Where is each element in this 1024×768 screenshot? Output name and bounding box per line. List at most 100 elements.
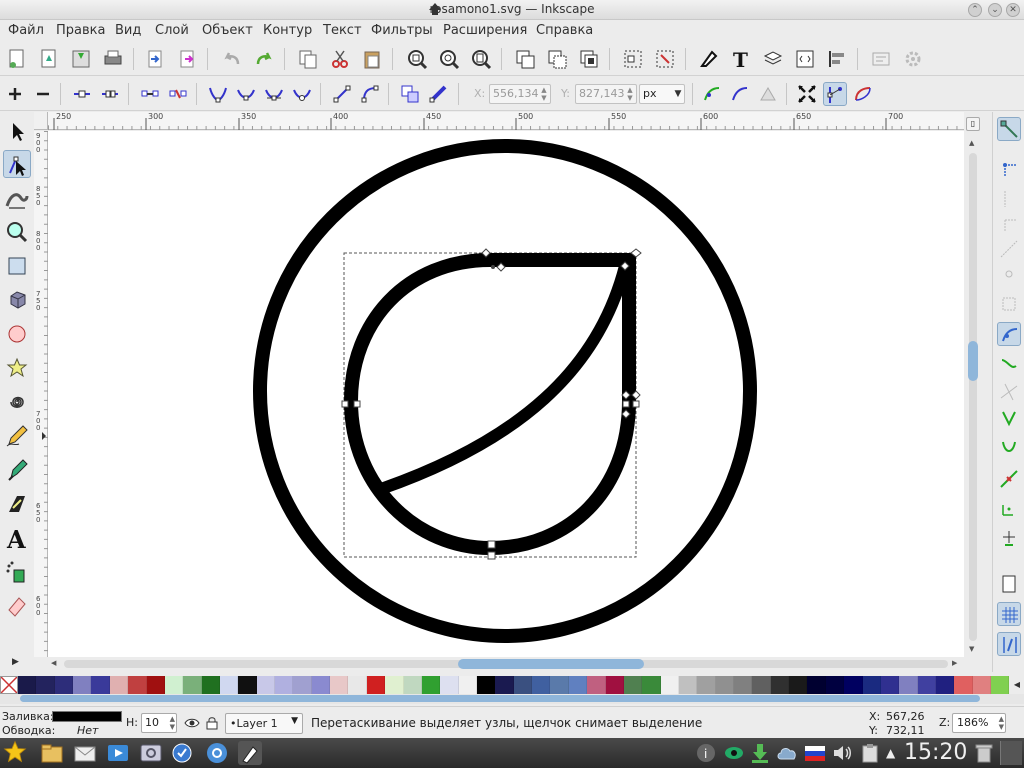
rectangle-tool-icon[interactable] [3,252,31,280]
color-swatch[interactable] [421,676,441,694]
menu-extensions[interactable]: Расширения [443,23,527,38]
color-swatch[interactable] [678,676,698,694]
scroll-down-icon[interactable]: ▼ [969,645,974,653]
save-icon[interactable] [69,47,93,71]
toolbox-expand-icon[interactable]: ▶ [12,657,19,667]
file-manager-icon[interactable] [40,741,64,765]
color-swatch[interactable] [550,676,569,694]
color-swatch[interactable] [366,676,386,694]
zoom-tool-icon[interactable] [3,218,31,246]
segment-curve-icon[interactable] [358,82,382,106]
menu-file[interactable]: Файл [8,23,44,38]
color-swatch[interactable] [73,676,92,694]
outer-circle[interactable] [253,139,757,643]
xml-editor-icon[interactable] [793,47,817,71]
color-swatch[interactable] [697,676,716,694]
node-tool-icon[interactable] [3,150,31,178]
ungroup-icon[interactable] [653,47,677,71]
document-properties-icon[interactable] [869,47,893,71]
color-swatch[interactable] [880,676,900,694]
show-path-outline-icon[interactable] [851,82,875,106]
color-swatch[interactable] [293,676,312,694]
node-symmetric-icon[interactable] [262,82,286,106]
snap-bbox-corner-icon[interactable] [997,212,1021,236]
node-cusp-icon[interactable] [206,82,230,106]
menu-text[interactable]: Текст [323,23,362,38]
drawing-canvas[interactable] [48,131,964,657]
color-swatch[interactable] [275,676,294,694]
unit-select[interactable]: px ▼ [639,84,685,104]
color-swatch[interactable] [495,676,514,694]
horizontal-scrollbar[interactable]: ◀ ▶ [48,657,964,671]
color-swatch[interactable] [311,676,331,694]
zoom-drawing-icon[interactable] [437,47,461,71]
snap-rotation-center-icon[interactable] [997,525,1021,549]
color-swatch[interactable] [403,676,422,694]
color-swatch[interactable] [128,676,147,694]
palette-menu-icon[interactable]: ◀ [1010,676,1024,694]
mail-icon[interactable] [73,741,97,765]
opacity-input[interactable]: 10 ▲ ▼ [141,713,177,733]
snap-paths-icon[interactable] [997,352,1021,376]
stroke-value[interactable]: Нет [77,724,98,737]
browser-icon[interactable] [205,741,229,765]
join-nodes-icon[interactable] [70,82,94,106]
delete-segment-icon[interactable] [166,82,190,106]
eraser-tool-icon[interactable] [3,592,31,620]
color-swatch[interactable] [458,676,477,694]
color-swatch[interactable] [201,676,220,694]
spin-arrows-icon[interactable]: ▲ ▼ [170,715,175,731]
color-swatch[interactable] [770,676,790,694]
insert-node-icon[interactable] [3,82,27,106]
color-swatch[interactable] [605,676,624,694]
scroll-right-icon[interactable]: ▶ [952,659,957,667]
pencil-tool-icon[interactable] [3,422,31,450]
join-segment-icon[interactable] [138,82,162,106]
open-icon[interactable] [37,47,61,71]
color-swatch[interactable] [146,676,165,694]
color-swatch[interactable] [476,676,496,694]
maximize-button[interactable]: ⌄ [988,3,1002,17]
color-swatch[interactable] [972,676,992,694]
palette-scrollbar[interactable] [0,694,1024,704]
zoom-page-icon[interactable] [469,47,493,71]
stroke-to-path-icon[interactable] [426,82,450,106]
ellipse-tool-icon[interactable] [3,320,31,348]
node-auto-smooth-icon[interactable] [290,82,314,106]
export-icon[interactable] [175,47,199,71]
inkscape-taskbar-icon[interactable] [238,741,262,765]
color-swatch[interactable] [532,676,551,694]
snap-bbox-icon[interactable] [997,157,1021,181]
snap-object-midpoints-icon[interactable] [997,497,1021,521]
color-swatch[interactable] [954,676,973,694]
new-document-icon[interactable] [5,47,29,71]
color-swatch[interactable] [991,676,1010,694]
unlink-clone-icon[interactable] [577,47,601,71]
snap-page-bbox-icon[interactable] [997,292,1021,316]
eye-icon[interactable] [184,716,200,730]
snap-grid-icon[interactable] [997,602,1021,626]
color-swatch[interactable] [18,676,37,694]
copy-icon[interactable] [296,47,320,71]
snap-bbox-center-icon[interactable] [997,262,1021,286]
media-player-icon[interactable] [106,741,130,765]
scroll-up-icon[interactable]: ▲ [969,139,974,147]
print-icon[interactable] [101,47,125,71]
color-swatch[interactable] [238,676,257,694]
snap-bbox-midpoint-icon[interactable] [997,237,1021,261]
menu-view[interactable]: Вид [115,23,141,38]
download-icon[interactable] [748,741,772,765]
menu-help[interactable]: Справка [536,23,593,38]
show-desktop-button[interactable] [1000,741,1022,765]
snap-bbox-edge-icon[interactable] [997,187,1021,211]
scroll-left-icon[interactable]: ◀ [51,659,56,667]
color-swatch[interactable] [54,676,74,694]
lock-guides-icon[interactable]: ▯ [966,117,980,131]
paste-icon[interactable] [360,47,384,71]
mask-icon[interactable] [756,82,780,106]
color-swatch[interactable] [183,676,202,694]
leaf-path[interactable] [343,253,636,556]
volume-icon[interactable] [830,741,854,765]
color-swatch[interactable] [256,676,276,694]
layer-select[interactable]: •Layer 1 ▼ [225,713,303,734]
